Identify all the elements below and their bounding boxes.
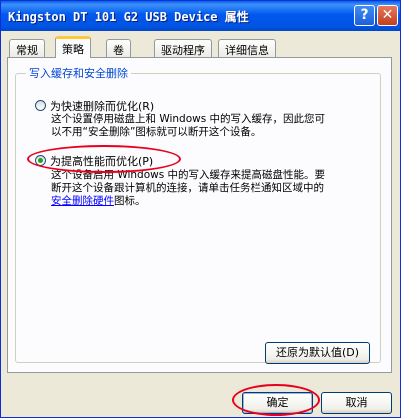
cancel-button[interactable]: 取消 — [321, 392, 392, 414]
performance-radio[interactable] — [35, 155, 46, 166]
title-bar[interactable]: Kingston DT 101 G2 USB Device 属性 ? ✕ — [1, 1, 400, 31]
quick-removal-label[interactable]: 为快速删除而优化(R) — [50, 98, 154, 114]
quick-removal-desc-line2: 以不用“安全删除”图标就可以断开这个设备。 — [51, 126, 262, 138]
performance-desc-suffix: 图标。 — [114, 195, 146, 207]
performance-desc-line2: 断开这个设备跟计算机的连接，请单击任务栏通知区域中的 — [51, 182, 324, 194]
restore-defaults-button[interactable]: 还原为默认值(D) — [265, 342, 370, 364]
performance-desc-line3: 安全删除硬件图标。 — [51, 195, 146, 208]
safely-remove-hardware-link[interactable]: 安全删除硬件 — [51, 195, 114, 207]
tab-details[interactable]: 详细信息 — [218, 39, 276, 57]
quick-removal-desc-line1: 这个设置停用磁盘上和 Windows 中的写入缓存，因此您可 — [51, 113, 326, 125]
tab-volumes[interactable]: 卷 — [106, 39, 131, 57]
group-title: 写入缓存和安全删除 — [26, 65, 131, 81]
tab-policies[interactable]: 策略 — [55, 36, 91, 58]
window-title: Kingston DT 101 G2 USB Device 属性 — [8, 10, 249, 24]
help-button[interactable]: ? — [354, 5, 375, 26]
performance-desc-line1: 这个设备启用 Windows 中的写入缓存来提高磁盘性能。要 — [51, 169, 326, 181]
ok-button[interactable]: 确定 — [242, 392, 313, 414]
tab-general[interactable]: 常规 — [9, 39, 45, 57]
tab-driver[interactable]: 驱动程序 — [154, 39, 212, 57]
performance-label[interactable]: 为提高性能而优化(P) — [50, 153, 153, 169]
quick-removal-radio[interactable] — [35, 100, 46, 111]
properties-dialog: Kingston DT 101 G2 USB Device 属性 ? ✕ 常规 … — [0, 0, 401, 418]
close-button[interactable]: ✕ — [377, 5, 398, 26]
